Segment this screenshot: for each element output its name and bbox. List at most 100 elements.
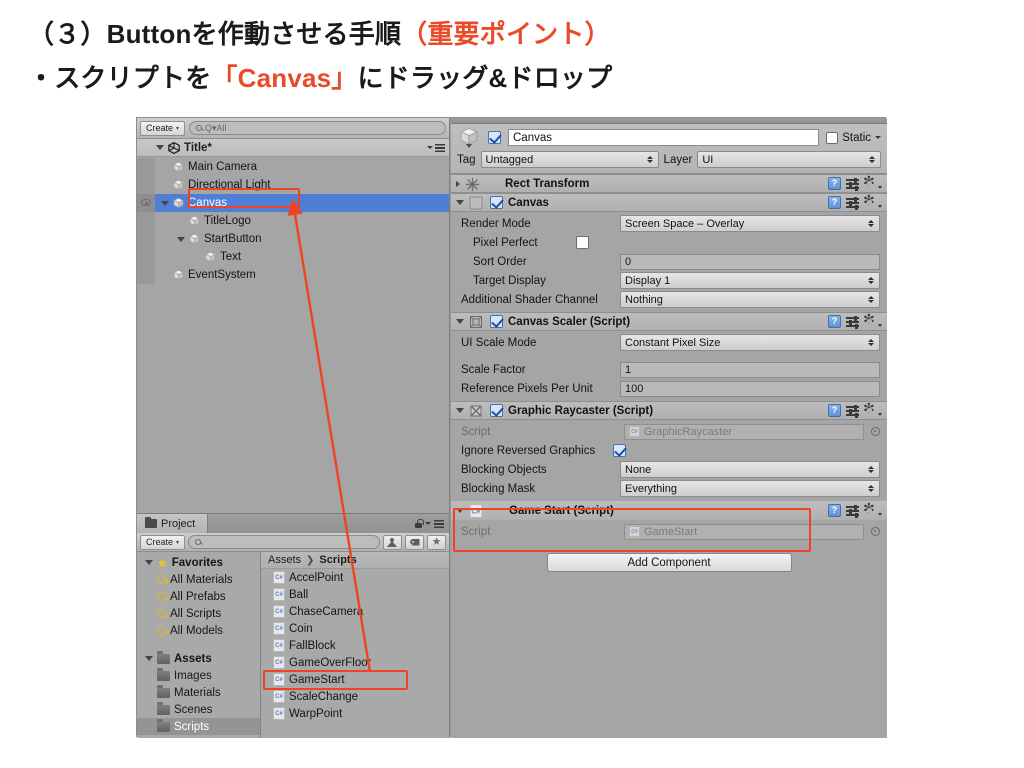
help-icon[interactable]: ? bbox=[828, 504, 841, 517]
asset-item-warppoint[interactable]: C# WarpPoint bbox=[261, 705, 449, 722]
lock-icon[interactable] bbox=[415, 519, 424, 528]
project-tree-item-images[interactable]: Images bbox=[137, 667, 260, 684]
hierarchy-item-directional-light[interactable]: Directional Light bbox=[137, 176, 449, 194]
asset-item-scalechange[interactable]: C# ScaleChange bbox=[261, 688, 449, 705]
preset-icon[interactable] bbox=[846, 196, 859, 210]
chevron-down-icon[interactable] bbox=[145, 560, 153, 565]
project-tree-item-all-prefabs[interactable]: All Prefabs bbox=[137, 588, 260, 605]
preset-icon[interactable] bbox=[846, 177, 859, 191]
project-tree-item-scenes[interactable]: Scenes bbox=[137, 701, 260, 718]
field-object-reference[interactable]: C# GraphicRaycaster bbox=[624, 423, 864, 440]
asset-item-coin[interactable]: C# Coin bbox=[261, 620, 449, 637]
component-header-rect-transform[interactable]: Rect Transform? bbox=[451, 174, 887, 193]
gameobject-name-input[interactable]: Canvas bbox=[508, 129, 820, 146]
asset-item-chasecamera[interactable]: C# ChaseCamera bbox=[261, 603, 449, 620]
help-icon[interactable]: ? bbox=[828, 404, 841, 417]
gear-icon[interactable] bbox=[863, 174, 876, 190]
add-component-button[interactable]: Add Component bbox=[546, 553, 792, 572]
help-icon[interactable]: ? bbox=[828, 177, 841, 190]
project-create-button[interactable]: Create ▾ bbox=[140, 534, 186, 550]
preset-icon[interactable] bbox=[846, 404, 859, 418]
project-tree-item-materials[interactable]: Materials bbox=[137, 684, 260, 701]
field-dropdown[interactable]: Nothing bbox=[620, 291, 880, 308]
project-tree-item-assets[interactable]: Assets bbox=[137, 650, 260, 667]
gear-icon[interactable] bbox=[863, 401, 876, 417]
static-checkbox[interactable] bbox=[826, 131, 839, 144]
project-filter-label-button[interactable] bbox=[405, 534, 424, 550]
asset-item-accelpoint[interactable]: C# AccelPoint bbox=[261, 569, 449, 586]
hamburger-menu-icon[interactable] bbox=[434, 519, 444, 528]
object-picker-icon[interactable] bbox=[871, 527, 880, 536]
help-icon[interactable]: ? bbox=[828, 315, 841, 328]
gear-icon[interactable] bbox=[863, 312, 876, 328]
object-picker-icon[interactable] bbox=[871, 427, 880, 436]
hierarchy-item-text[interactable]: Text bbox=[137, 248, 449, 266]
project-tree-item-all-scripts[interactable]: All Scripts bbox=[137, 605, 260, 622]
hierarchy-menu-icons[interactable] bbox=[427, 143, 449, 152]
field-input[interactable]: 0 bbox=[620, 253, 880, 270]
chevron-right-icon[interactable] bbox=[456, 180, 460, 187]
project-tab-right-icons[interactable] bbox=[415, 519, 449, 528]
hierarchy-item-titlelogo[interactable]: TitleLogo bbox=[137, 212, 449, 230]
hierarchy-item-canvas[interactable]: Canvas bbox=[137, 194, 449, 212]
project-tree-item-favorites[interactable]: ★ Favorites bbox=[137, 554, 260, 571]
chevron-down-icon[interactable] bbox=[456, 200, 464, 205]
chevron-down-icon[interactable] bbox=[156, 145, 164, 150]
gear-icon[interactable] bbox=[863, 193, 876, 209]
project-tree-item-all-models[interactable]: All Models bbox=[137, 622, 260, 639]
field-object-reference[interactable]: C# GameStart bbox=[624, 523, 864, 540]
asset-item-gamestart[interactable]: C# GameStart bbox=[261, 671, 449, 688]
project-favorites-button[interactable]: ★ bbox=[427, 534, 446, 550]
chevron-down-icon[interactable] bbox=[161, 200, 169, 206]
component-header-canvas-scaler-script[interactable]: Canvas Scaler (Script)? bbox=[451, 312, 887, 331]
field-dropdown[interactable]: Display 1 bbox=[620, 272, 880, 289]
asset-item-gameoverfloor[interactable]: C# GameOverFloor bbox=[261, 654, 449, 671]
component-enabled-checkbox[interactable] bbox=[490, 196, 503, 209]
asset-item-ball[interactable]: C# Ball bbox=[261, 586, 449, 603]
component-header-icons[interactable]: ? bbox=[828, 401, 882, 418]
component-enabled-checkbox[interactable] bbox=[490, 404, 503, 417]
tab-project[interactable]: Project bbox=[137, 514, 209, 533]
component-header-icons[interactable]: ? bbox=[828, 193, 882, 210]
chevron-down-icon[interactable] bbox=[456, 408, 464, 413]
chevron-down-icon[interactable] bbox=[145, 656, 153, 661]
field-dropdown[interactable]: Constant Pixel Size bbox=[620, 334, 880, 351]
breadcrumb-assets[interactable]: Assets bbox=[268, 554, 301, 566]
field-input[interactable]: 1 bbox=[620, 361, 880, 378]
asset-item-fallblock[interactable]: C# FallBlock bbox=[261, 637, 449, 654]
chevron-down-icon[interactable] bbox=[456, 508, 464, 513]
component-enabled-checkbox[interactable] bbox=[490, 315, 503, 328]
gear-icon[interactable] bbox=[863, 501, 876, 517]
chevron-down-icon[interactable] bbox=[456, 319, 464, 324]
hierarchy-scene-row[interactable]: Title* bbox=[137, 139, 449, 157]
project-search-input[interactable] bbox=[188, 535, 380, 549]
preset-icon[interactable] bbox=[846, 315, 859, 329]
field-checkbox[interactable] bbox=[613, 444, 627, 457]
component-header-icons[interactable]: ? bbox=[828, 174, 882, 191]
layer-dropdown[interactable]: UI bbox=[697, 151, 881, 168]
component-header-game-start-script[interactable]: C# Game Start (Script)? bbox=[451, 501, 887, 520]
field-dropdown[interactable]: None bbox=[620, 461, 880, 478]
chevron-down-icon[interactable] bbox=[177, 236, 185, 242]
hierarchy-create-button[interactable]: Create ▾ bbox=[140, 120, 186, 136]
hierarchy-item-eventsystem[interactable]: EventSystem bbox=[137, 266, 449, 284]
hierarchy-item-startbutton[interactable]: StartButton bbox=[137, 230, 449, 248]
hierarchy-item-main-camera[interactable]: Main Camera bbox=[137, 158, 449, 176]
field-dropdown[interactable]: Everything bbox=[620, 480, 880, 497]
component-header-icons[interactable]: ? bbox=[828, 501, 882, 518]
field-checkbox[interactable] bbox=[575, 236, 589, 249]
tag-dropdown[interactable]: Untagged bbox=[480, 151, 659, 168]
component-header-icons[interactable]: ? bbox=[828, 312, 882, 329]
field-dropdown[interactable]: Screen Space – Overlay bbox=[620, 215, 880, 232]
component-header-graphic-raycaster-script[interactable]: Graphic Raycaster (Script)? bbox=[451, 401, 887, 420]
help-icon[interactable]: ? bbox=[828, 196, 841, 209]
project-filter-type-button[interactable] bbox=[383, 534, 402, 550]
preset-icon[interactable] bbox=[846, 504, 859, 518]
hamburger-menu-icon[interactable] bbox=[435, 143, 445, 152]
project-tree-item-scripts[interactable]: Scripts bbox=[137, 718, 260, 735]
component-header-canvas[interactable]: Canvas? bbox=[451, 193, 887, 212]
field-input[interactable]: 100 bbox=[620, 380, 880, 397]
eye-icon[interactable] bbox=[141, 199, 151, 206]
hierarchy-search-input[interactable]: Q▾All bbox=[189, 121, 446, 135]
gameobject-active-checkbox[interactable] bbox=[488, 131, 501, 144]
